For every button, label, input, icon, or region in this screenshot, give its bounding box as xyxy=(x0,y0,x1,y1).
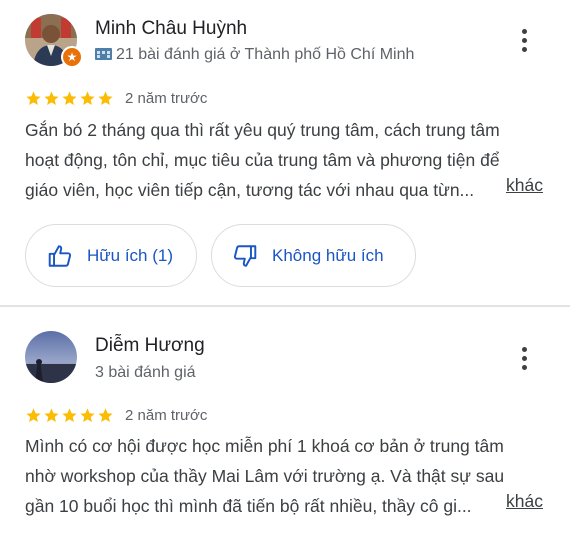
star-icon xyxy=(62,408,77,423)
review-card: Diễm Hương 3 bài đánh giá 2 năm trước Mì… xyxy=(0,307,570,536)
more-vert-icon[interactable] xyxy=(512,345,538,373)
thumbs-up-icon xyxy=(48,244,72,267)
author-name[interactable]: Minh Châu Huỳnh xyxy=(95,18,247,40)
star-rating xyxy=(25,407,114,424)
author-meta: 21 bài đánh giá ở Thành phố Hồ Chí Minh xyxy=(95,46,414,64)
review-text-line: giáo viên, học viên tiếp cận, tương tác … xyxy=(25,180,475,200)
star-icon xyxy=(80,91,95,106)
review-count-text: 21 bài đánh giá ở Thành phố Hồ Chí Minh xyxy=(116,46,415,63)
star-icon xyxy=(44,408,59,423)
author-meta: 3 bài đánh giá xyxy=(95,364,196,382)
local-guide-badge: ★ xyxy=(61,46,83,68)
review-text: Mình có cơ hội được học miễn phí 1 khoá … xyxy=(25,431,504,521)
star-icon xyxy=(98,91,113,106)
read-more-link[interactable]: khác xyxy=(506,175,543,196)
star-icon xyxy=(26,91,41,106)
star-icon xyxy=(98,408,113,423)
thumbs-down-icon xyxy=(233,244,257,267)
review-date: 2 năm trước xyxy=(125,407,208,424)
review-date: 2 năm trước xyxy=(125,90,208,107)
review-text-line: hoạt động, tôn chỉ, mục tiêu của trung t… xyxy=(25,150,500,170)
review-text-line: gần 10 buổi học thì mình đã tiến bộ rất … xyxy=(25,496,472,516)
star-icon xyxy=(80,408,95,423)
not-helpful-button[interactable]: Không hữu ích xyxy=(211,224,416,287)
more-vert-icon[interactable] xyxy=(512,27,538,55)
avatar[interactable] xyxy=(25,331,77,383)
local-guide-icon xyxy=(95,48,112,60)
not-helpful-button-label: Không hữu ích xyxy=(272,245,384,265)
read-more-link[interactable]: khác xyxy=(506,491,543,512)
review-text: Gắn bó 2 tháng qua thì rất yêu quý trung… xyxy=(25,115,500,205)
star-icon xyxy=(62,91,77,106)
review-count-text: 3 bài đánh giá xyxy=(95,364,196,381)
star-rating xyxy=(25,90,114,107)
review-text-line: Mình có cơ hội được học miễn phí 1 khoá … xyxy=(25,436,504,456)
star-icon xyxy=(44,91,59,106)
author-name[interactable]: Diễm Hương xyxy=(95,335,205,357)
review-card: ★ Minh Châu Huỳnh 21 bài đánh giá ở Thàn… xyxy=(0,0,570,306)
helpful-button[interactable]: Hữu ích (1) xyxy=(25,224,197,287)
helpful-button-label: Hữu ích (1) xyxy=(87,245,174,265)
star-icon xyxy=(26,408,41,423)
review-text-line: nhờ workshop của thầy Mai Lâm với trường… xyxy=(25,466,505,486)
review-text-line: Gắn bó 2 tháng qua thì rất yêu quý trung… xyxy=(25,120,500,140)
